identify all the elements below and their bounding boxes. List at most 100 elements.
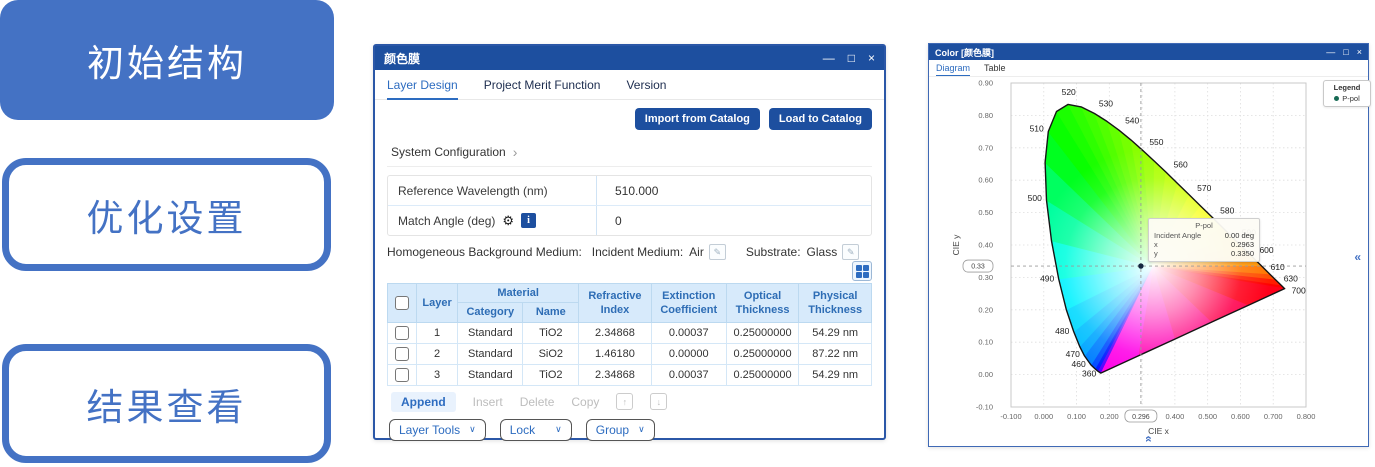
- system-configuration-label: System Configuration: [391, 145, 506, 159]
- column-header-optical-thickness: Optical Thickness: [726, 284, 799, 323]
- material-category-cell[interactable]: Standard: [458, 322, 523, 343]
- import-from-catalog-button[interactable]: Import from Catalog: [635, 108, 760, 130]
- physical-thickness-cell[interactable]: 87.22 nm: [799, 343, 872, 364]
- copy-button[interactable]: Copy: [571, 395, 599, 409]
- incident-medium-value: Air: [689, 245, 704, 259]
- refractive-index-cell[interactable]: 1.46180: [579, 343, 652, 364]
- physical-thickness-cell[interactable]: 54.29 nm: [799, 322, 872, 343]
- svg-text:600: 600: [1259, 245, 1273, 255]
- table-row[interactable]: 1 Standard TiO2 2.34868 0.00037 0.250000…: [388, 322, 872, 343]
- svg-text:520: 520: [1062, 87, 1076, 97]
- material-name-cell[interactable]: SiO2: [523, 343, 579, 364]
- color-window-tabs: Diagram Table: [929, 60, 1368, 77]
- delete-button[interactable]: Delete: [520, 395, 555, 409]
- svg-text:-0.100: -0.100: [1000, 412, 1021, 421]
- color-window: Color [颜色膜] — □ × Diagram Table -0.100 0.…: [928, 43, 1369, 447]
- substrate-label: Substrate:: [746, 245, 801, 259]
- optical-thickness-cell[interactable]: 0.25000000: [726, 343, 799, 364]
- grid-icon: [856, 265, 862, 271]
- layer-number: 1: [417, 322, 458, 343]
- move-up-button[interactable]: ↑: [616, 393, 633, 410]
- match-angle-input[interactable]: 0: [596, 206, 871, 235]
- append-button[interactable]: Append: [391, 392, 456, 412]
- insert-button[interactable]: Insert: [473, 395, 503, 409]
- svg-text:560: 560: [1174, 160, 1188, 170]
- select-all-checkbox[interactable]: [395, 296, 409, 310]
- move-down-button[interactable]: ↓: [650, 393, 667, 410]
- refractive-index-cell[interactable]: 2.34868: [579, 364, 652, 385]
- lock-dropdown[interactable]: Lock ∨: [500, 419, 572, 441]
- maximize-icon[interactable]: □: [848, 52, 855, 64]
- layer-tools-dropdown[interactable]: Layer Tools ∨: [389, 419, 486, 441]
- svg-text:580: 580: [1220, 206, 1234, 216]
- svg-text:0.10: 0.10: [978, 338, 993, 347]
- system-configuration-header[interactable]: System Configuration ›: [387, 138, 872, 167]
- extinction-coefficient-cell[interactable]: 0.00000: [651, 343, 726, 364]
- optical-thickness-cell[interactable]: 0.25000000: [726, 364, 799, 385]
- collapse-bottom-icon[interactable]: «: [1142, 436, 1156, 443]
- substrate-value: Glass: [807, 245, 838, 259]
- cie-chart-svg: -0.1000.0000.1000.2000.4000.5000.6000.70…: [947, 78, 1329, 440]
- collapse-panel-icon[interactable]: «: [1354, 250, 1361, 264]
- svg-text:540: 540: [1125, 116, 1139, 126]
- flow-button-result-view[interactable]: 结果查看: [2, 344, 331, 463]
- row-checkbox[interactable]: [395, 326, 409, 340]
- tab-version[interactable]: Version: [626, 78, 666, 92]
- edit-icon[interactable]: ✎: [709, 244, 726, 260]
- table-settings-button[interactable]: [852, 261, 872, 281]
- flow-button-optimization-settings[interactable]: 优化设置: [2, 158, 331, 271]
- legend-title: Legend: [1325, 83, 1369, 92]
- material-name-cell[interactable]: TiO2: [523, 322, 579, 343]
- load-to-catalog-button[interactable]: Load to Catalog: [769, 108, 872, 130]
- minimize-icon[interactable]: —: [1326, 48, 1335, 57]
- close-icon[interactable]: ×: [868, 52, 875, 64]
- svg-text:0.700: 0.700: [1264, 412, 1283, 421]
- tab-project-merit-function[interactable]: Project Merit Function: [484, 78, 601, 92]
- layer-window-content: Import from Catalog Load to Catalog Syst…: [375, 100, 884, 447]
- optical-thickness-cell[interactable]: 0.25000000: [726, 322, 799, 343]
- tab-layer-design[interactable]: Layer Design: [387, 78, 458, 92]
- reference-wavelength-input[interactable]: 510.000: [596, 176, 871, 205]
- row-checkbox[interactable]: [395, 368, 409, 382]
- maximize-icon[interactable]: □: [1343, 48, 1348, 57]
- table-row[interactable]: 3 Standard TiO2 2.34868 0.00037 0.250000…: [388, 364, 872, 385]
- material-category-cell[interactable]: Standard: [458, 364, 523, 385]
- column-header-physical-thickness: Physical Thickness: [799, 284, 872, 323]
- svg-text:0.296: 0.296: [1132, 414, 1150, 421]
- svg-text:360: 360: [1082, 368, 1096, 378]
- column-header-material: Material: [458, 284, 579, 303]
- physical-thickness-cell[interactable]: 54.29 nm: [799, 364, 872, 385]
- chart-legend: Legend P-pol: [1323, 80, 1371, 107]
- svg-text:0.20: 0.20: [978, 305, 993, 314]
- group-dropdown[interactable]: Group ∨: [586, 419, 655, 441]
- info-icon[interactable]: i: [521, 213, 536, 228]
- flow-button-label: 初始结构: [87, 33, 247, 87]
- row-checkbox[interactable]: [395, 347, 409, 361]
- extinction-coefficient-cell[interactable]: 0.00037: [651, 322, 726, 343]
- cie-chromaticity-chart: -0.1000.0000.1000.2000.4000.5000.6000.70…: [947, 78, 1329, 440]
- material-category-cell[interactable]: Standard: [458, 343, 523, 364]
- tooltip-value: 0.00 deg: [1225, 231, 1254, 240]
- svg-text:0.000: 0.000: [1034, 412, 1053, 421]
- svg-text:0.400: 0.400: [1165, 412, 1184, 421]
- svg-text:0.33: 0.33: [971, 264, 985, 271]
- close-icon[interactable]: ×: [1357, 48, 1362, 57]
- edit-icon[interactable]: ✎: [842, 244, 859, 260]
- color-window-titlebar: Color [颜色膜] — □ ×: [929, 44, 1368, 60]
- material-name-cell[interactable]: TiO2: [523, 364, 579, 385]
- extinction-coefficient-cell[interactable]: 0.00037: [651, 364, 726, 385]
- tab-diagram[interactable]: Diagram: [936, 63, 970, 73]
- tab-table[interactable]: Table: [984, 63, 1006, 73]
- chart-tooltip: P-pol Incident Angle0.00 deg x0.2963 y0.…: [1148, 218, 1260, 262]
- table-row[interactable]: 2 Standard SiO2 1.46180 0.00000 0.250000…: [388, 343, 872, 364]
- svg-text:0.100: 0.100: [1067, 412, 1086, 421]
- flow-button-initial-structure[interactable]: 初始结构: [0, 0, 334, 120]
- minimize-icon[interactable]: —: [823, 52, 835, 64]
- svg-text:0.200: 0.200: [1100, 412, 1119, 421]
- svg-text:CIE y: CIE y: [951, 234, 961, 256]
- gear-icon[interactable]: ⚙: [502, 214, 514, 227]
- refractive-index-cell[interactable]: 2.34868: [579, 322, 652, 343]
- layers-table: Layer Material Refractive Index Extincti…: [387, 283, 872, 386]
- svg-text:CIE x: CIE x: [1148, 426, 1170, 436]
- chevron-right-icon: ›: [513, 145, 518, 159]
